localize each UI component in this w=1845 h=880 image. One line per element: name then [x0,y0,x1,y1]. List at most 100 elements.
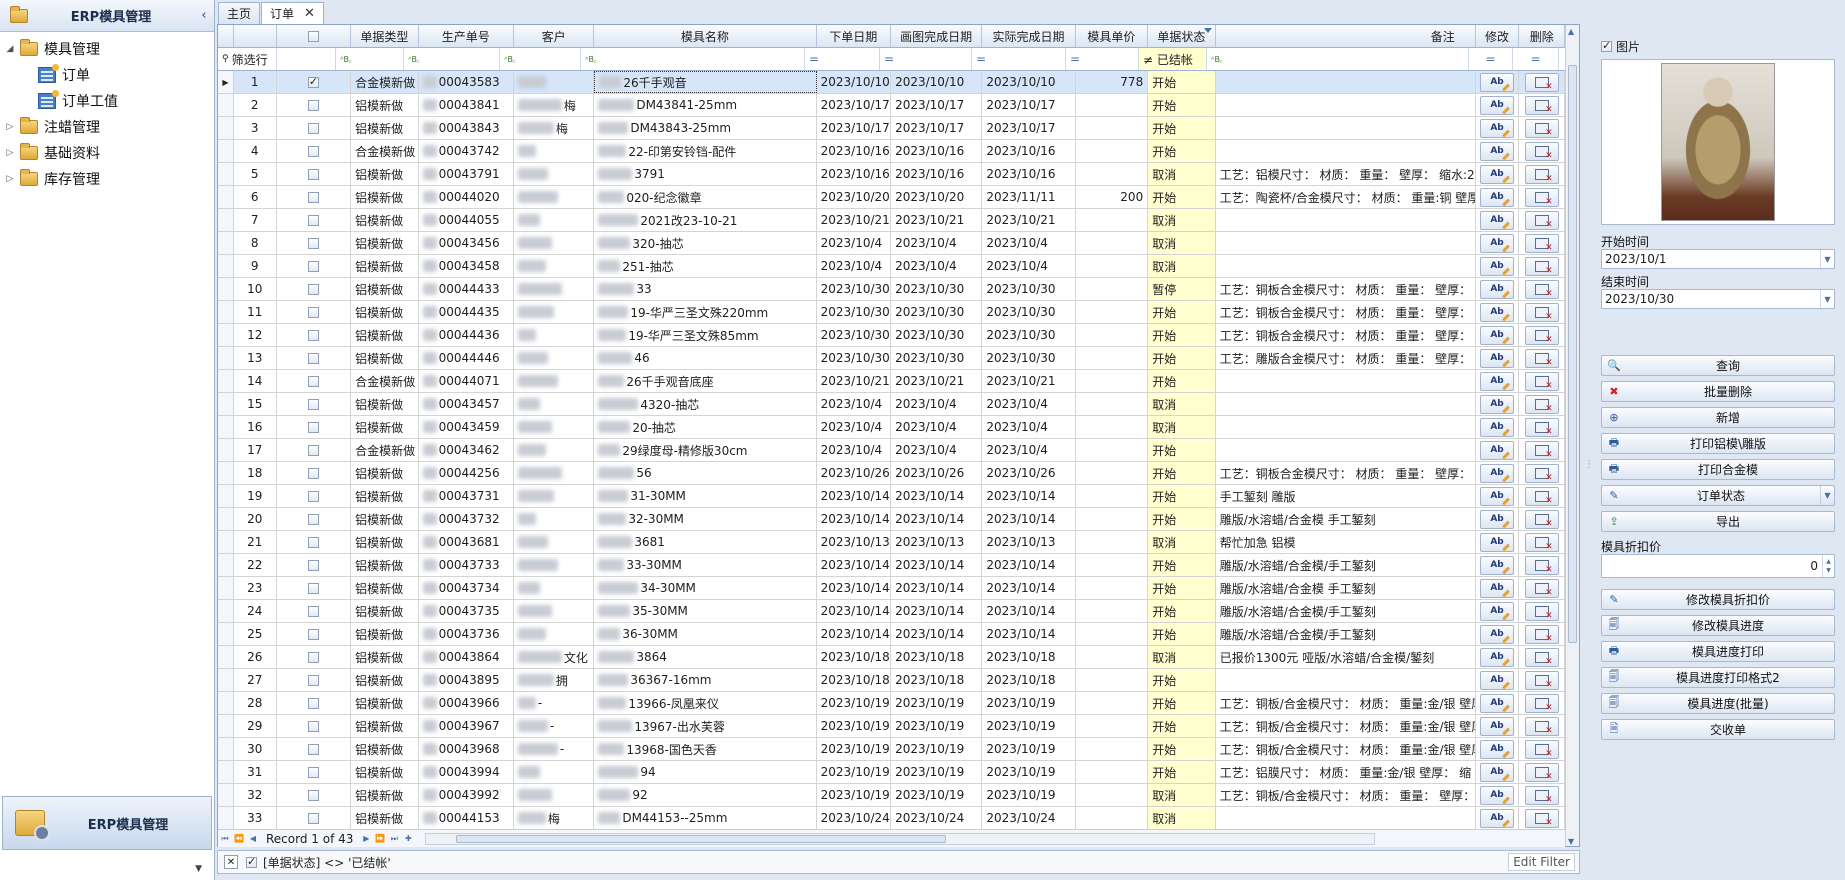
action-button[interactable]: ✎ 修改模具折扣价 [1601,589,1835,610]
edit-row-button[interactable]: Ab [1480,141,1515,161]
row-indicator[interactable] [218,807,234,829]
row-select[interactable] [277,715,352,737]
next-page-icon[interactable]: ⏩ [373,834,387,843]
table-row[interactable]: 28 铝模新做 00043966 - 13966-凤凰来仪 2023/10/19… [218,692,1565,715]
row-indicator[interactable] [218,347,234,369]
table-row[interactable]: 11 铝模新做 00044435 19-华严三圣文殊220mm 2023/10/… [218,301,1565,324]
table-row[interactable]: 6 铝模新做 00044020 020-纪念徽章 2023/10/20 2023… [218,186,1565,209]
chevron-down-icon[interactable]: ▼ [1820,250,1834,268]
action-button[interactable]: 🖶 打印铝模\雕版 [1601,433,1835,454]
action-button[interactable]: ✎ 订单状态 ▼ [1601,485,1835,506]
row-indicator[interactable] [218,324,234,346]
table-row[interactable]: 18 铝模新做 00044256 56 2023/10/26 2023/10/2… [218,462,1565,485]
edit-row-button[interactable]: Ab [1480,256,1515,276]
edit-row-button[interactable]: Ab [1480,624,1515,644]
edit-row-button[interactable]: Ab [1480,371,1515,391]
edit-row-button[interactable]: Ab [1480,463,1515,483]
start-date-input[interactable]: 2023/10/1 ▼ [1601,249,1835,269]
action-button[interactable]: 🖶 打印合金模 [1601,459,1835,480]
chevron-down-icon[interactable]: ▼ [195,864,202,874]
row-select[interactable] [277,117,352,139]
filter-type[interactable]: ᴬB꜀ [336,48,404,70]
header-select-all[interactable] [277,25,352,47]
table-row[interactable]: 9 铝模新做 00043458 251-抽芯 2023/10/4 2023/10… [218,255,1565,278]
row-indicator[interactable] [218,370,234,392]
edit-filter-button[interactable]: Edit Filter [1508,853,1575,871]
first-record-icon[interactable]: ⏮ [218,834,232,844]
row-select[interactable] [277,485,352,507]
row-checkbox[interactable] [307,75,319,88]
delete-row-button[interactable] [1524,785,1559,805]
edit-row-button[interactable]: Ab [1480,302,1515,322]
filter-done-date[interactable]: = [972,48,1066,70]
column-header-name[interactable]: 模具名称 [594,25,817,47]
table-row[interactable]: 7 铝模新做 00044055 2021改23-10-21 2023/10/21… [218,209,1565,232]
delete-row-button[interactable] [1524,601,1559,621]
row-select[interactable] [277,807,352,829]
tree-item[interactable]: 订单 [0,62,214,88]
table-row[interactable]: 8 铝模新做 00043456 320-抽芯 2023/10/4 2023/10… [218,232,1565,255]
delete-row-button[interactable] [1524,187,1559,207]
row-select[interactable] [277,301,352,323]
row-checkbox[interactable] [307,168,319,180]
filter-enable-checkbox[interactable] [246,855,257,868]
edit-row-button[interactable]: Ab [1480,164,1515,184]
table-row[interactable]: 29 铝模新做 00043967 - 13967-出水芙蓉 2023/10/19… [218,715,1565,738]
row-checkbox[interactable] [307,145,319,157]
delete-row-button[interactable] [1524,532,1559,552]
column-header-delete[interactable]: 删除 [1519,25,1566,47]
table-row[interactable]: 27 铝模新做 00043895 拥 36367-16mm 2023/10/18… [218,669,1565,692]
row-select[interactable] [277,370,352,392]
row-checkbox[interactable] [307,99,319,111]
vertical-scrollbar[interactable]: ▲ ▼ [1565,25,1579,846]
row-select[interactable] [277,393,352,415]
row-checkbox[interactable] [307,720,319,732]
edit-row-button[interactable]: Ab [1480,72,1515,92]
row-indicator[interactable] [218,738,234,760]
table-row[interactable]: 19 铝模新做 00043731 31-30MM 2023/10/14 2023… [218,485,1565,508]
edit-row-button[interactable]: Ab [1480,601,1515,621]
tree-item[interactable]: ▷ 注蜡管理 [0,114,214,140]
edit-row-button[interactable]: Ab [1480,670,1515,690]
tree-item[interactable]: ▷ 基础资料 [0,140,214,166]
row-indicator[interactable] [218,163,234,185]
row-select[interactable] [277,646,352,668]
row-select[interactable] [277,784,352,806]
row-checkbox[interactable] [307,674,319,686]
delete-row-button[interactable] [1524,624,1559,644]
filter-draw-date[interactable]: = [880,48,972,70]
add-record-icon[interactable]: ✚ [401,834,415,843]
row-indicator[interactable] [218,186,234,208]
table-row[interactable]: 16 铝模新做 00043459 20-抽芯 2023/10/4 2023/10… [218,416,1565,439]
table-row[interactable]: 17 合金模新做 00043462 29绿度母-精修版30cm 2023/10/… [218,439,1565,462]
row-select[interactable] [277,669,352,691]
row-select[interactable] [277,623,352,645]
row-indicator[interactable] [218,416,234,438]
row-checkbox[interactable] [307,812,319,824]
scroll-up-icon[interactable]: ▲ [1568,27,1574,36]
expand-down-icon[interactable]: ◢ [4,44,16,54]
row-select[interactable] [277,462,352,484]
delete-row-button[interactable] [1524,417,1559,437]
edit-row-button[interactable]: Ab [1480,118,1515,138]
column-header-done-date[interactable]: 实际完成日期 [982,25,1076,47]
tab-home[interactable]: 主页 [218,2,261,24]
row-checkbox[interactable] [307,306,319,318]
table-row[interactable]: 20 铝模新做 00043732 32-30MM 2023/10/14 2023… [218,508,1565,531]
row-select[interactable] [277,554,352,576]
delete-row-button[interactable] [1524,302,1559,322]
delete-row-button[interactable] [1524,164,1559,184]
row-select[interactable] [277,71,352,93]
row-checkbox[interactable] [307,697,319,709]
filter-status[interactable]: ≠ 已结帐 [1139,48,1207,70]
row-indicator[interactable] [218,600,234,622]
row-indicator[interactable] [218,140,234,162]
edit-row-button[interactable]: Ab [1480,95,1515,115]
delete-row-button[interactable] [1524,670,1559,690]
action-button[interactable]: 🔍 查询 [1601,355,1835,376]
edit-row-button[interactable]: Ab [1480,440,1515,460]
column-header-no[interactable]: 生产单号 [419,25,514,47]
next-record-icon[interactable]: ▶ [359,834,373,843]
row-checkbox[interactable] [307,467,319,479]
select-all-checkbox[interactable] [307,30,319,42]
